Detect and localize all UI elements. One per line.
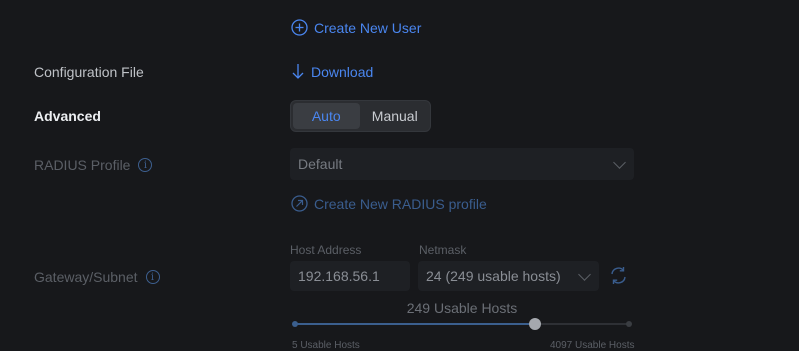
chevron-down-icon bbox=[613, 155, 626, 169]
create-radius-profile-label: Create New RADIUS profile bbox=[314, 195, 487, 212]
create-radius-profile-link[interactable]: Create New RADIUS profile bbox=[291, 195, 487, 212]
slider-min-dot bbox=[292, 321, 298, 327]
advanced-label: Advanced bbox=[34, 108, 101, 124]
info-icon[interactable]: i bbox=[145, 270, 160, 284]
slider-max-label: 4097 Usable Hosts bbox=[550, 340, 635, 351]
slider-min-label: 5 Usable Hosts bbox=[292, 340, 360, 351]
chevron-down-icon bbox=[578, 267, 591, 281]
radius-profile-value: Default bbox=[298, 156, 343, 172]
advanced-option-manual[interactable]: Manual bbox=[362, 103, 429, 129]
usable-hosts-slider-thumb[interactable] bbox=[529, 318, 542, 330]
info-icon[interactable]: i bbox=[138, 158, 153, 172]
netmask-value: 24 (249 usable hosts) bbox=[426, 268, 561, 284]
host-address-value: 192.168.56.1 bbox=[298, 268, 380, 284]
create-new-user-label: Create New User bbox=[314, 19, 422, 36]
radius-profile-label-row: RADIUS Profile i bbox=[34, 157, 153, 173]
netmask-select[interactable]: 24 (249 usable hosts) bbox=[418, 261, 599, 291]
host-address-label: Host Address bbox=[290, 243, 362, 257]
plus-circle-icon bbox=[291, 19, 308, 36]
usable-hosts-slider-fill bbox=[295, 323, 536, 325]
advanced-option-auto[interactable]: Auto bbox=[293, 103, 360, 129]
configuration-file-label: Configuration File bbox=[34, 64, 144, 80]
refresh-icon[interactable] bbox=[608, 265, 629, 289]
download-icon bbox=[292, 64, 304, 79]
external-link-circle-icon bbox=[291, 195, 308, 212]
download-label: Download bbox=[311, 63, 374, 80]
radius-profile-select[interactable]: Default bbox=[290, 148, 634, 180]
usable-hosts-text: 249 Usable Hosts bbox=[406, 300, 518, 316]
download-link[interactable]: Download bbox=[291, 63, 373, 80]
advanced-segmented-control: Auto Manual bbox=[290, 100, 431, 132]
host-address-input[interactable]: 192.168.56.1 bbox=[290, 261, 410, 291]
radius-profile-label: RADIUS Profile bbox=[34, 157, 131, 173]
gateway-subnet-label: Gateway/Subnet bbox=[34, 269, 138, 285]
slider-max-dot bbox=[626, 321, 632, 327]
netmask-label: Netmask bbox=[419, 243, 467, 257]
gateway-subnet-label-row: Gateway/Subnet i bbox=[34, 269, 160, 285]
create-new-user-link[interactable]: Create New User bbox=[291, 19, 421, 36]
